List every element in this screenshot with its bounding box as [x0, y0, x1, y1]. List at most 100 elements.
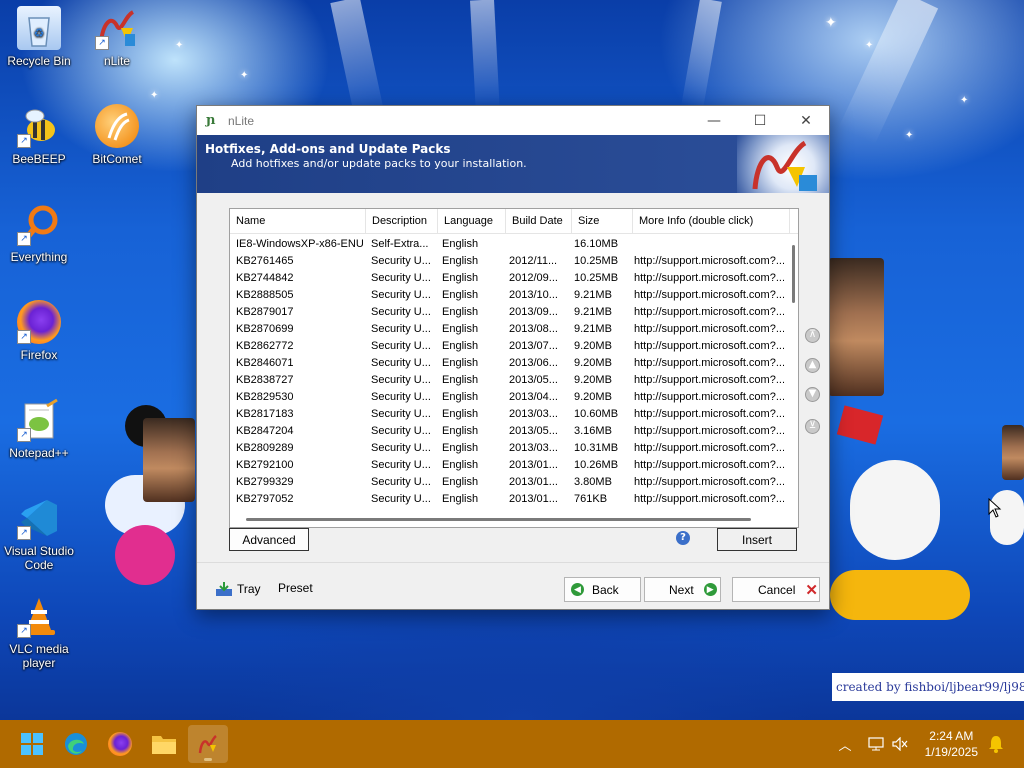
table-row[interactable]: KB2829530 Security U... English 2013/04... 9…: [230, 389, 798, 406]
taskbar-clock[interactable]: 2:24 AM 1/19/2025: [925, 728, 978, 760]
table-row[interactable]: KB2799329 Security U... English 2013/01... 3…: [230, 474, 798, 491]
desktop-icon-vlc[interactable]: ↗ VLC media player: [0, 594, 78, 670]
cell-name: KB2761465: [236, 255, 294, 267]
svg-text:♻: ♻: [34, 26, 45, 40]
start-button[interactable]: [12, 725, 52, 763]
desktop-icon-everything[interactable]: ↗ Everything: [0, 202, 78, 264]
clock-date: 1/19/2025: [924, 745, 978, 759]
column-header-build-date[interactable]: Build Date: [506, 209, 572, 233]
taskbar-firefox[interactable]: [100, 725, 140, 763]
desktop-icon-recycle-bin[interactable]: ♻ Recycle Bin: [0, 6, 78, 68]
scroll-thumb[interactable]: [792, 245, 795, 303]
back-label: Back: [592, 582, 619, 597]
maximize-button[interactable]: ☐: [737, 106, 783, 135]
cell-more-info: http://support.microsoft.com?...: [634, 442, 784, 454]
table-row[interactable]: KB2879017 Security U... English 2013/09... 9…: [230, 304, 798, 321]
desktop-icon-notepadpp[interactable]: ↗ Notepad++: [0, 398, 78, 460]
back-button[interactable]: ◀ Back: [564, 577, 641, 602]
face-photo: [1002, 425, 1024, 480]
table-row[interactable]: KB2809289 Security U... English 2013/03... 1…: [230, 440, 798, 457]
table-row[interactable]: IE8-WindowsXP-x86-ENU Self-Extra... Englis…: [230, 236, 798, 253]
taskbar-edge[interactable]: [56, 725, 96, 763]
hotfix-list[interactable]: Name Description Language Build Date Siz…: [229, 208, 799, 528]
table-row[interactable]: KB2888505 Security U... English 2013/10... 9…: [230, 287, 798, 304]
table-row[interactable]: KB2846071 Security U... English 2013/06... 9…: [230, 355, 798, 372]
insert-button[interactable]: Insert: [717, 528, 797, 551]
desktop-icon-bitcomet[interactable]: BitComet: [78, 104, 156, 166]
windows-logo-icon: [21, 733, 43, 755]
advanced-button[interactable]: Advanced: [229, 528, 309, 551]
move-top-button[interactable]: ⊼: [805, 328, 820, 343]
move-down-button[interactable]: ▼: [805, 387, 820, 402]
preset-button[interactable]: Preset: [278, 581, 313, 595]
horizontal-scrollbar[interactable]: [246, 518, 751, 521]
desktop-icon-label: Visual Studio Code: [4, 544, 74, 572]
table-row[interactable]: KB2817183 Security U... English 2013/03... 1…: [230, 406, 798, 423]
cell-language: English: [442, 442, 479, 454]
mouse-cursor-icon: [988, 498, 1002, 518]
cartoon-character-right: [820, 380, 970, 640]
table-row[interactable]: KB2838727 Security U... English 2013/05... 9…: [230, 372, 798, 389]
cell-language: English: [442, 306, 479, 318]
table-row[interactable]: KB2761465 Security U... English 2012/11... 1…: [230, 253, 798, 270]
page-title: Hotfixes, Add-ons and Update Packs: [205, 142, 451, 156]
table-row[interactable]: KB2744842 Security U... English 2012/09... 1…: [230, 270, 798, 287]
close-button[interactable]: ✕: [783, 106, 829, 135]
cell-language: English: [442, 459, 479, 471]
desktop-icon-beebeep[interactable]: ↗ BeeBEEP: [0, 104, 78, 166]
desktop-icon-firefox[interactable]: ↗ Firefox: [0, 300, 78, 362]
column-header-name[interactable]: Name: [230, 209, 366, 233]
cell-description: Security U...: [371, 374, 431, 386]
table-row[interactable]: KB2870699 Security U... English 2013/08... 9…: [230, 321, 798, 338]
taskbar-file-explorer[interactable]: [144, 725, 184, 763]
cell-description: Security U...: [371, 255, 431, 267]
table-row[interactable]: KB2792100 Security U... English 2013/01... 1…: [230, 457, 798, 474]
taskbar-nlite[interactable]: [188, 725, 228, 763]
nlite-icon: ↗: [95, 6, 139, 50]
nlite-icon: [198, 735, 217, 754]
cell-description: Security U...: [371, 306, 431, 318]
show-hidden-icons-chevron-icon[interactable]: ︿: [836, 735, 854, 754]
cell-name: KB2846071: [236, 357, 294, 369]
table-row[interactable]: KB2797052 Security U... English 2013/01... 7…: [230, 491, 798, 508]
bitcomet-icon: [95, 104, 139, 148]
cell-more-info: http://support.microsoft.com?...: [634, 272, 784, 284]
desktop-icon-vscode[interactable]: ↗ Visual Studio Code: [0, 496, 78, 572]
cell-size: 3.16MB: [574, 425, 612, 437]
title-bar[interactable]: ɲ nLite — ☐ ✕: [197, 106, 829, 135]
sparkle: ✦: [825, 15, 837, 31]
cell-name: KB2799329: [236, 476, 294, 488]
desktop-icon-nlite[interactable]: ↗ nLite: [78, 6, 156, 68]
column-header-language[interactable]: Language: [438, 209, 506, 233]
cell-build-date: 2013/05...: [509, 425, 558, 437]
move-bottom-button[interactable]: ⊻: [805, 419, 820, 434]
cell-more-info: http://support.microsoft.com?...: [634, 493, 784, 505]
minimize-button[interactable]: —: [691, 106, 737, 135]
next-button[interactable]: Next ▶: [644, 577, 721, 602]
cell-more-info: http://support.microsoft.com?...: [634, 357, 784, 369]
move-up-button[interactable]: ▲: [805, 358, 820, 373]
column-header-more-info[interactable]: More Info (double click): [633, 209, 790, 233]
cell-description: Security U...: [371, 425, 431, 437]
table-row[interactable]: KB2862772 Security U... English 2013/07... 9…: [230, 338, 798, 355]
column-header-size[interactable]: Size: [572, 209, 633, 233]
cell-size: 9.20MB: [574, 391, 612, 403]
volume-muted-icon[interactable]: [892, 737, 908, 751]
shortcut-arrow-icon: ↗: [17, 330, 31, 344]
notification-bell-icon[interactable]: [988, 735, 1004, 753]
light-beam: [681, 0, 722, 111]
desktop-icon-label: BitComet: [92, 152, 142, 166]
cancel-button[interactable]: Cancel ✕: [732, 577, 820, 602]
list-rows: IE8-WindowsXP-x86-ENU Self-Extra... Englis…: [230, 234, 798, 512]
cell-build-date: 2012/09...: [509, 272, 558, 284]
cell-description: Security U...: [371, 476, 431, 488]
cell-description: Security U...: [371, 289, 431, 301]
tray-button[interactable]: Tray: [215, 581, 261, 597]
cell-size: 9.21MB: [574, 306, 612, 318]
cell-more-info: http://support.microsoft.com?...: [634, 408, 784, 420]
vertical-scrollbar[interactable]: [792, 233, 796, 523]
help-icon[interactable]: ?: [676, 531, 690, 545]
network-icon[interactable]: [868, 737, 884, 751]
table-row[interactable]: KB2847204 Security U... English 2013/05... 3…: [230, 423, 798, 440]
column-header-description[interactable]: Description: [366, 209, 438, 233]
